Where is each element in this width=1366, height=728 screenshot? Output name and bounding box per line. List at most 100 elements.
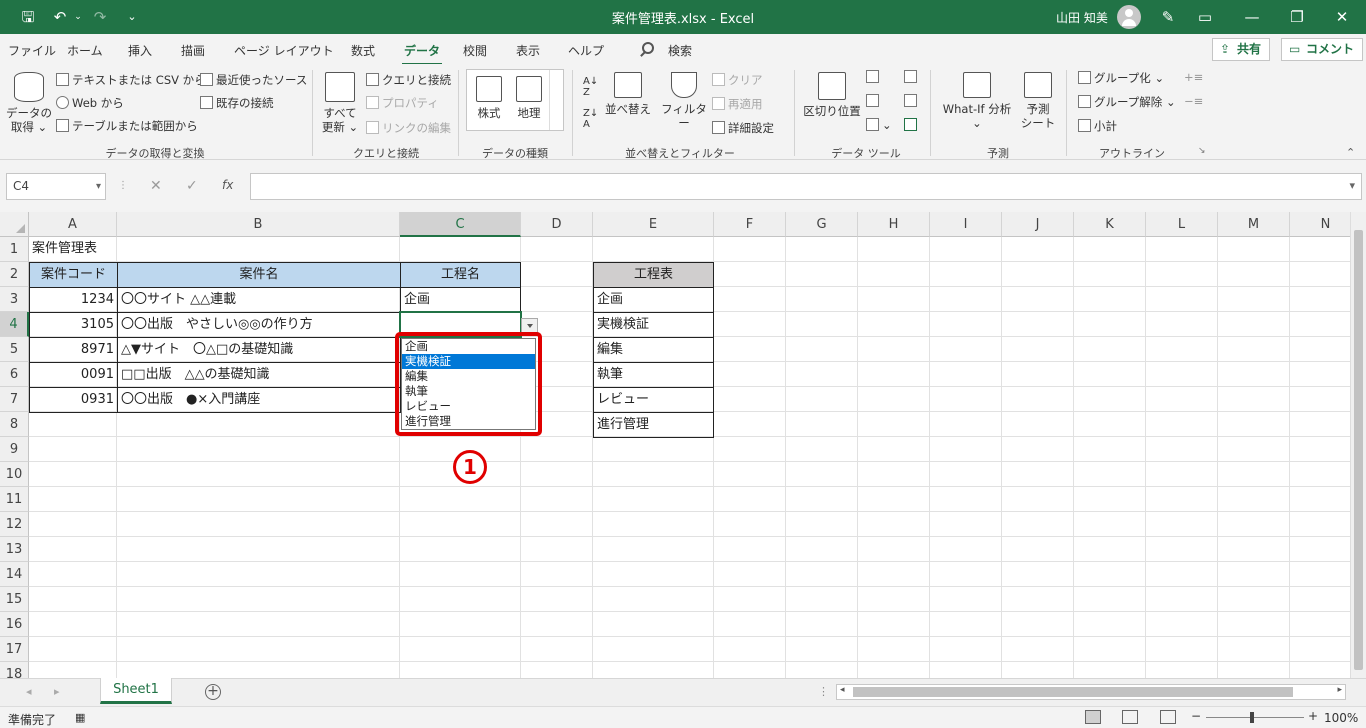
list-item[interactable]: 執筆 [402,384,535,399]
show-detail-icon[interactable]: +≡ [1184,70,1203,84]
properties-button[interactable]: プロパティ [366,95,439,111]
from-web-button[interactable]: Web から [56,95,124,111]
remove-duplicates-icon[interactable] [866,94,882,108]
sheet-tab[interactable]: Sheet1 [100,678,172,704]
enter-icon[interactable]: ✓ [186,178,198,194]
ungroup-button[interactable]: グループ解除 ⌄ [1078,94,1176,110]
search-icon[interactable] [642,42,654,54]
search-label[interactable]: 検索 [668,42,692,59]
tab-home[interactable]: ホーム [67,42,103,59]
collapse-ribbon-icon[interactable]: ⌃ [1346,146,1355,159]
row-header-17[interactable]: 17 [0,637,29,662]
row-header-15[interactable]: 15 [0,587,29,612]
cell-A2[interactable]: 案件コード [29,262,118,288]
zoom-in-icon[interactable]: + [1308,709,1318,723]
close-icon[interactable]: ✕ [1330,5,1354,29]
column-header-J[interactable]: J [1002,212,1074,237]
column-header-F[interactable]: F [714,212,786,237]
cell-B3[interactable]: 〇〇サイト △△連載 [117,287,401,313]
ribbon-display-icon[interactable]: ▭ [1193,5,1217,29]
row-header-5[interactable]: 5 [0,337,29,362]
column-header-M[interactable]: M [1218,212,1290,237]
comment-button[interactable]: ▭ コメント [1281,38,1364,61]
zoom-slider[interactable] [1206,717,1304,718]
cell-A1[interactable]: 案件管理表 [29,237,117,262]
tab-file[interactable]: ファイル [8,42,56,59]
stocks-button[interactable]: 株式 [471,76,507,120]
relationships-icon[interactable] [904,94,920,108]
group-button[interactable]: グループ化 ⌄ [1078,70,1164,86]
validation-list[interactable]: 企画 実機検証 編集 執筆 レビュー 進行管理 [401,338,536,430]
share-button[interactable]: ⇪ 共有 [1212,38,1271,61]
cell-B2[interactable]: 案件名 [117,262,401,288]
subtotal-button[interactable]: 小計 [1078,118,1117,134]
cell-A5[interactable]: 8971 [29,337,118,363]
row-header-14[interactable]: 14 [0,562,29,587]
tab-page-layout[interactable]: ページ レイアウト [234,42,334,59]
vertical-scrollbar[interactable] [1350,212,1366,678]
sort-desc-icon[interactable]: Z↓ A [583,108,598,130]
scroll-thumb[interactable] [853,687,1293,697]
cell-E2[interactable]: 工程表 [593,262,714,288]
cell-B4[interactable]: 〇〇出版 やさしい◎◎の作り方 [117,312,401,338]
tab-view[interactable]: 表示 [516,42,540,59]
normal-view-icon[interactable] [1085,710,1101,724]
cell-A6[interactable]: 0091 [29,362,118,388]
insert-function-icon[interactable]: fx [222,178,233,192]
zoom-slider-thumb[interactable] [1250,712,1254,723]
page-break-view-icon[interactable] [1160,710,1176,724]
cell-E6[interactable]: 執筆 [593,362,714,388]
row-header-3[interactable]: 3 [0,287,29,312]
clear-button[interactable]: クリア [712,72,763,88]
column-header-H[interactable]: H [858,212,930,237]
minimize-icon[interactable]: — [1240,5,1264,29]
row-header-18[interactable]: 18 [0,662,29,678]
row-header-2[interactable]: 2 [0,262,29,287]
zoom-level[interactable]: 100% [1324,711,1358,725]
row-header-6[interactable]: 6 [0,362,29,387]
page-layout-view-icon[interactable] [1122,710,1138,724]
add-sheet-icon[interactable]: + [205,684,221,700]
queries-connections-button[interactable]: クエリと接続 [366,72,451,88]
gallery-scroll[interactable] [549,70,563,130]
edit-links-button[interactable]: リンクの編集 [366,120,451,136]
row-header-12[interactable]: 12 [0,512,29,537]
tab-insert[interactable]: 挿入 [128,42,152,59]
column-header-L[interactable]: L [1146,212,1218,237]
row-header-9[interactable]: 9 [0,437,29,462]
column-header-I[interactable]: I [930,212,1002,237]
pen-icon[interactable]: ✎ [1156,5,1180,29]
cell-E4[interactable]: 実機検証 [593,312,714,338]
cell-E5[interactable]: 編集 [593,337,714,363]
horizontal-scrollbar[interactable]: ◂ ▸ [836,684,1346,700]
hide-detail-icon[interactable]: −≡ [1184,94,1203,108]
column-header-A[interactable]: A [29,212,117,237]
flash-fill-icon[interactable] [866,70,882,84]
list-item[interactable]: 実機検証 [402,354,535,369]
sort-asc-icon[interactable]: A↓ Z [583,76,598,98]
row-header-13[interactable]: 13 [0,537,29,562]
recent-sources-button[interactable]: 最近使ったソース [200,72,307,88]
row-header-10[interactable]: 10 [0,462,29,487]
from-text-csv-button[interactable]: テキストまたは CSV から [56,72,206,88]
scroll-left-icon[interactable]: ◂ [840,685,845,695]
column-header-B[interactable]: B [117,212,400,237]
tab-split-handle[interactable]: ⋮ [818,685,829,698]
cell-E7[interactable]: レビュー [593,387,714,413]
column-header-D[interactable]: D [521,212,593,237]
row-header-16[interactable]: 16 [0,612,29,637]
tab-draw[interactable]: 描画 [181,42,205,59]
whatif-button[interactable]: What-If 分析 ⌄ [938,72,1016,130]
column-header-K[interactable]: K [1074,212,1146,237]
zoom-out-icon[interactable]: − [1191,709,1201,723]
user-name[interactable]: 山田 知美 [1056,9,1108,26]
cell-C2[interactable]: 工程名 [400,262,521,288]
prev-sheet-icon[interactable]: ◂ [26,685,32,698]
macro-record-icon[interactable]: ▦ [75,711,85,724]
cell-E3[interactable]: 企画 [593,287,714,313]
from-table-button[interactable]: テーブルまたは範囲から [56,118,198,134]
forecast-sheet-button[interactable]: 予測 シート [1018,72,1058,130]
cell-B5[interactable]: △▼サイト 〇△□の基礎知識 [117,337,401,363]
list-item[interactable]: 企画 [402,339,535,354]
tab-data[interactable]: データ [401,42,443,66]
